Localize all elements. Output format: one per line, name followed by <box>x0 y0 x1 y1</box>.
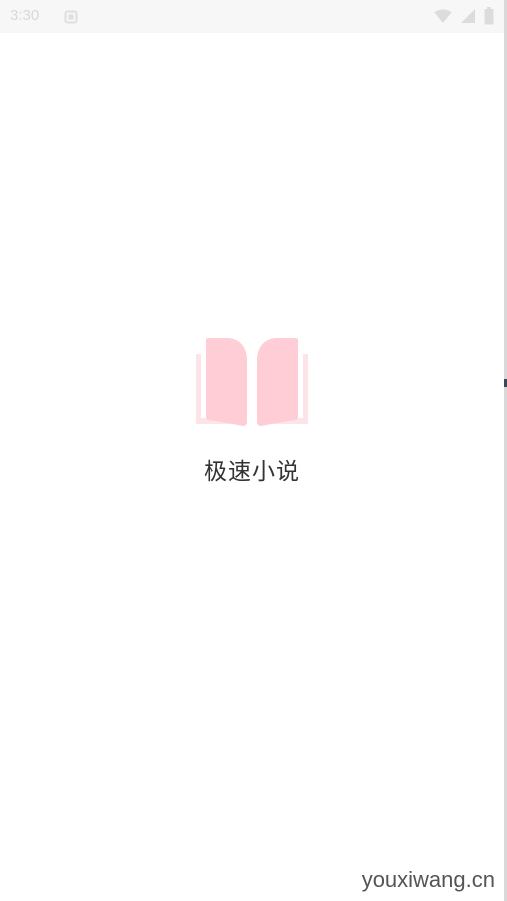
status-icons <box>434 7 494 29</box>
app-name: 极速小说 <box>204 459 300 485</box>
wifi-icon <box>434 8 452 28</box>
status-bar: 3:30 <box>0 0 504 33</box>
splash-content: 极速小说 <box>0 336 504 486</box>
splash-screen: 3:30 极速小说 youxiwang.cn <box>0 0 507 901</box>
signal-icon <box>460 8 476 28</box>
battery-icon <box>484 7 494 29</box>
open-book-icon <box>193 336 311 428</box>
notification-icon <box>64 9 78 24</box>
watermark: youxiwang.cn <box>361 867 495 892</box>
status-time: 3:30 <box>10 7 40 24</box>
